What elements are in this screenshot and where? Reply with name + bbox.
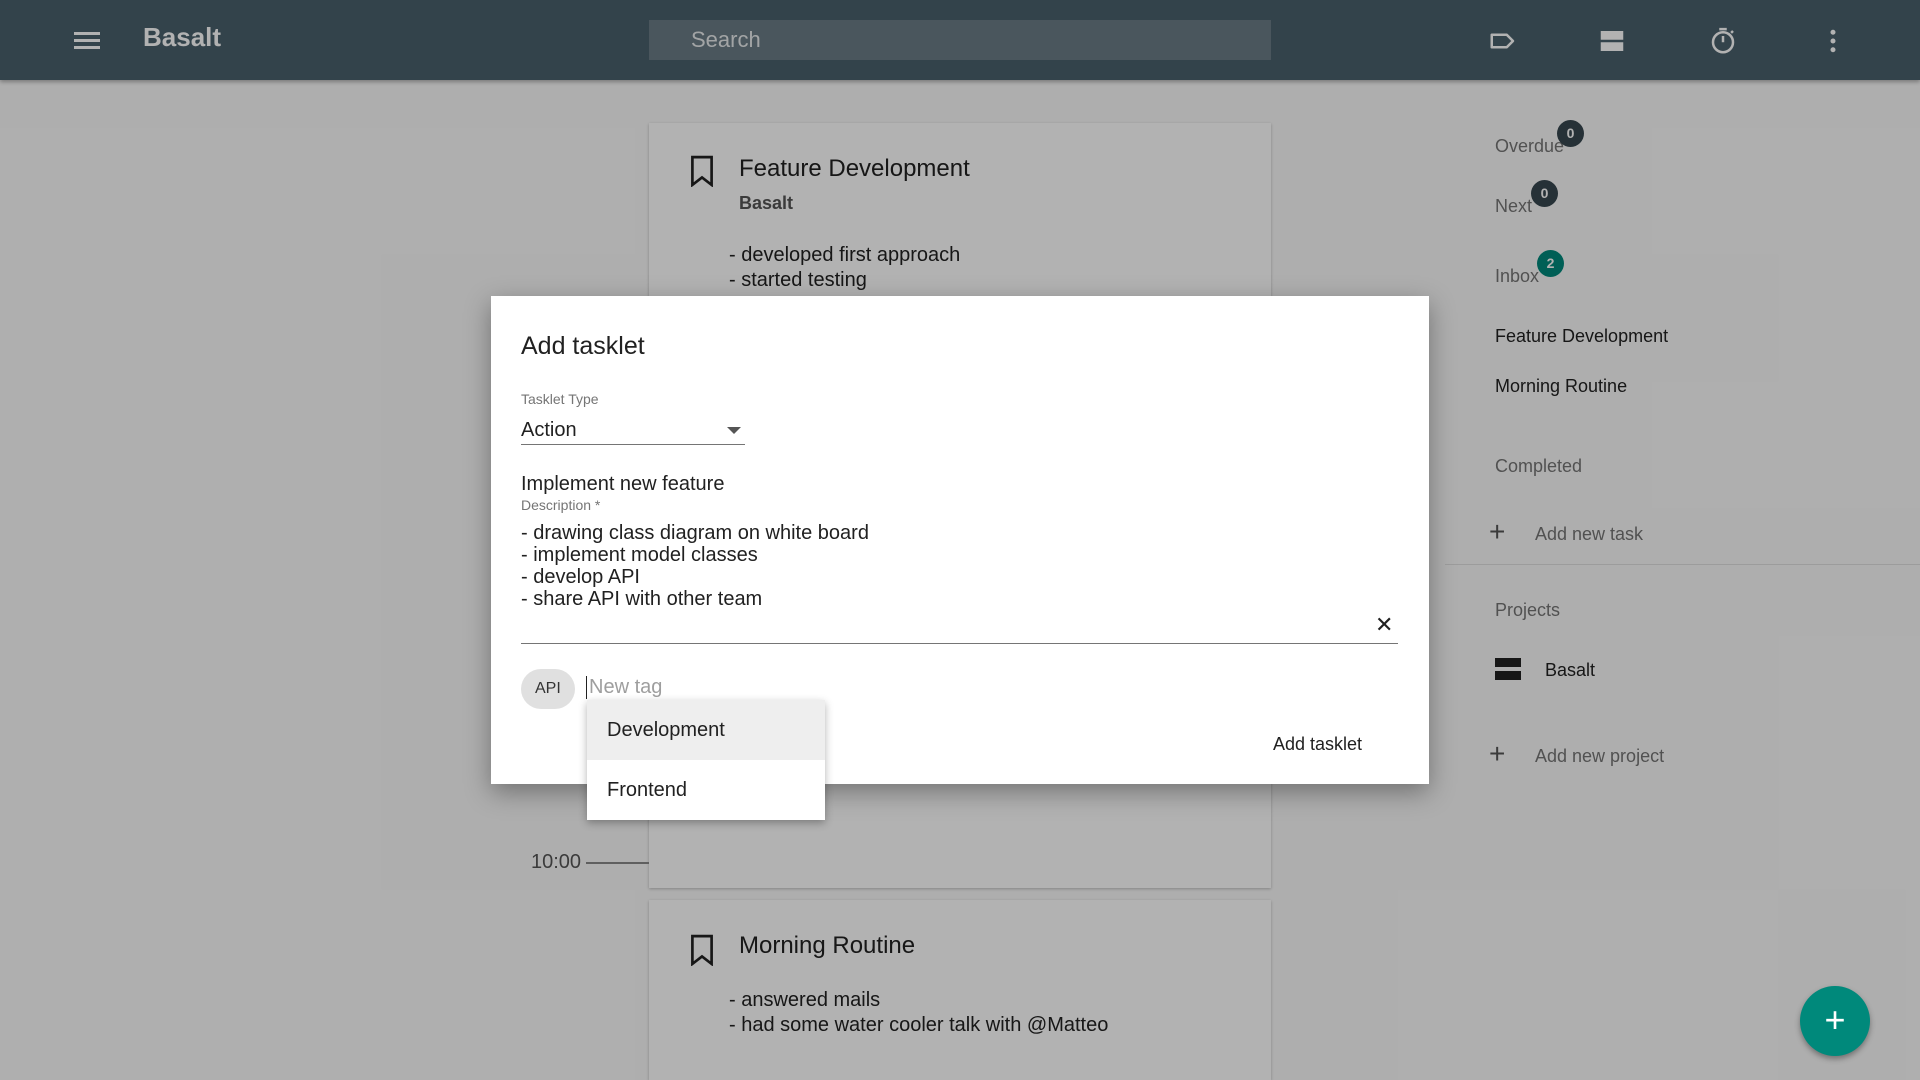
dropdown-arrow-icon (727, 427, 741, 434)
tag-chip[interactable]: API (521, 669, 575, 709)
description-label: Description * (521, 497, 601, 513)
description-underline (521, 643, 1398, 644)
clear-icon[interactable]: ✕ (1375, 614, 1393, 636)
tasklet-type-label: Tasklet Type (521, 391, 599, 407)
new-tag-input[interactable] (586, 676, 886, 699)
tasklet-title-input[interactable] (521, 473, 1121, 496)
add-tasklet-button[interactable]: Add tasklet (1273, 734, 1362, 755)
tasklet-type-select[interactable]: Action (521, 415, 745, 445)
tag-autocomplete-menu: Development Frontend (587, 700, 825, 820)
add-fab-button[interactable]: + (1800, 986, 1870, 1056)
tasklet-type-value: Action (521, 419, 577, 441)
autocomplete-option[interactable]: Development (587, 700, 825, 760)
dialog-title: Add tasklet (521, 332, 645, 360)
autocomplete-option[interactable]: Frontend (587, 760, 825, 820)
description-textarea[interactable]: - drawing class diagram on white board -… (521, 522, 1377, 642)
